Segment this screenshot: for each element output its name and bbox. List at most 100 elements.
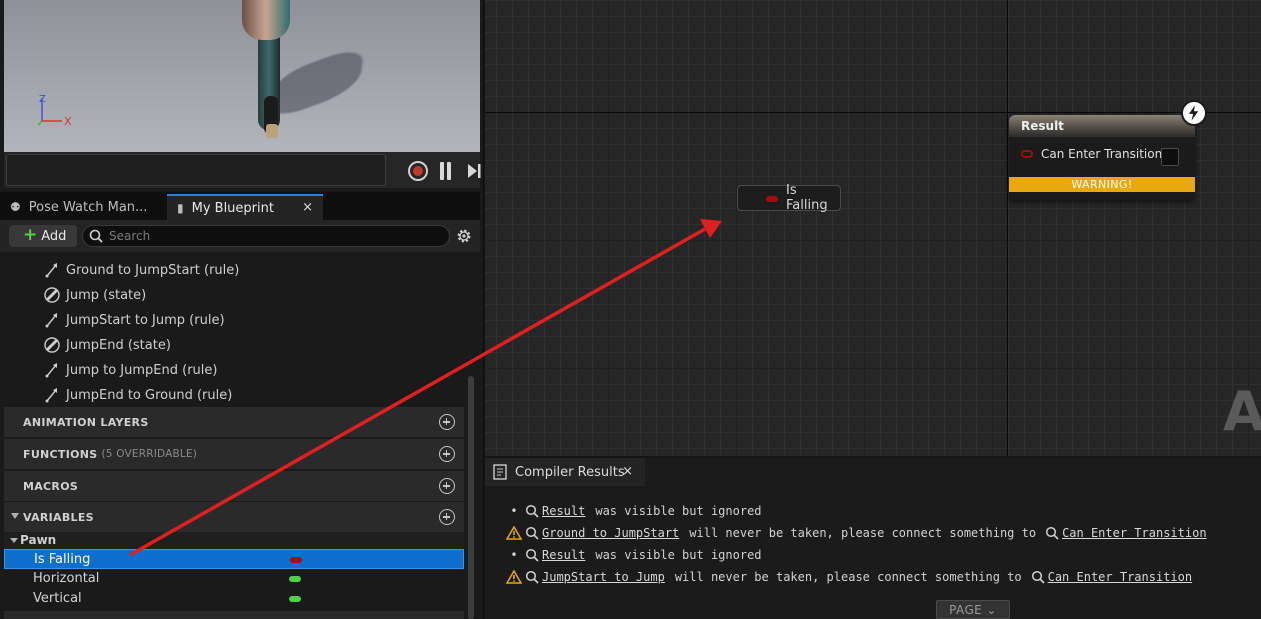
- message-text: will never be taken, please connect some…: [689, 526, 1037, 540]
- graph-canvas[interactable]: Is Falling Result Can Enter Transition W…: [485, 0, 1261, 456]
- pause-button[interactable]: [440, 162, 452, 180]
- graph-watermark: A: [1223, 380, 1261, 443]
- close-icon[interactable]: ×: [622, 464, 633, 479]
- warning-icon: [503, 526, 525, 540]
- message-text: was visible but ignored: [595, 548, 762, 562]
- add-button-label: Add: [41, 228, 67, 244]
- lightning-icon: [1181, 100, 1207, 126]
- step-forward-icon[interactable]: [466, 162, 482, 180]
- search-icon: [525, 548, 539, 562]
- get-is-falling-node[interactable]: Is Falling: [737, 183, 841, 213]
- node-label: Is Falling: [786, 183, 828, 213]
- section-functions[interactable]: FUNCTIONS (5 OVERRIDABLE): [4, 439, 464, 469]
- tree-item[interactable]: Jump to JumpEnd (rule): [44, 359, 217, 381]
- bullet: •: [510, 504, 518, 518]
- chevron-down-icon: ⌄: [986, 603, 997, 617]
- character-skirt: [242, 0, 290, 40]
- section-variables[interactable]: VARIABLES: [4, 502, 464, 532]
- compiler-message: • Result was visible but ignored: [503, 545, 771, 565]
- result-node[interactable]: Result Can Enter Transition WARNING!: [1009, 115, 1195, 200]
- category-label: Pawn: [20, 533, 57, 547]
- tree-item-label: JumpStart to Jump (rule): [66, 312, 225, 328]
- compiler-message: JumpStart to Jump will never be taken, pl…: [503, 567, 1192, 587]
- graph-tree: Ground to JumpStart (rule) Jump (state) Ju…: [4, 256, 474, 406]
- compiler-message: Ground to JumpStart will never be taken, …: [503, 523, 1207, 543]
- variable-row[interactable]: Vertical: [4, 589, 464, 609]
- variable-label: Horizontal: [33, 571, 100, 586]
- rule-icon: [45, 263, 57, 278]
- variable-label: Vertical: [33, 591, 82, 606]
- variable-type-pill: [289, 596, 301, 602]
- search-input[interactable]: [109, 229, 429, 243]
- add-animation-layer-icon[interactable]: [439, 414, 455, 430]
- bullet: •: [510, 548, 518, 562]
- add-button[interactable]: + Add: [9, 225, 77, 247]
- compiler-messages: • Result was visible but ignored Ground to …: [485, 488, 1261, 619]
- tree-item-label: Ground to JumpStart (rule): [66, 262, 240, 278]
- chevron-down-icon[interactable]: [11, 513, 19, 519]
- section-macros[interactable]: MACROS: [4, 471, 464, 501]
- left-panel: Z X ⚉ Pose Watch Man... ▮ My Blueprint ×: [0, 0, 484, 619]
- bool-output-pin[interactable]: [766, 196, 778, 202]
- can-enter-transition-pin[interactable]: Can Enter Transition: [1021, 147, 1162, 161]
- message-link[interactable]: JumpStart to Jump: [542, 570, 665, 584]
- timeline-track[interactable]: [6, 154, 386, 186]
- character-heel: [266, 124, 278, 138]
- axis-z-label: Z: [39, 94, 46, 105]
- origin-line-vertical: [1007, 0, 1008, 456]
- search-icon: [1031, 570, 1045, 584]
- section-title: VARIABLES: [23, 510, 94, 524]
- tree-item[interactable]: Ground to JumpStart (rule): [44, 259, 239, 281]
- page-button[interactable]: PAGE ⌄: [936, 600, 1010, 619]
- preview-viewport[interactable]: Z X: [4, 0, 480, 152]
- message-link[interactable]: Can Enter Transition: [1062, 526, 1207, 540]
- search-icon: [525, 504, 539, 518]
- tab-label: My Blueprint: [191, 200, 274, 216]
- state-icon: [44, 337, 60, 353]
- close-icon[interactable]: ×: [302, 200, 313, 215]
- tree-item[interactable]: JumpStart to Jump (rule): [44, 309, 225, 331]
- page-button-label: PAGE: [949, 603, 983, 617]
- variable-row[interactable]: Is Falling: [4, 549, 464, 569]
- tree-item-label: Jump (state): [66, 287, 147, 303]
- plus-icon: +: [23, 225, 38, 245]
- tab-label: Pose Watch Man...: [28, 199, 148, 215]
- message-link[interactable]: Ground to JumpStart: [542, 526, 679, 540]
- axis-gizmo-icon: Z X: [37, 94, 72, 128]
- bool-input-pin-icon[interactable]: [1021, 150, 1033, 158]
- section-title: FUNCTIONS: [23, 447, 98, 461]
- search-icon: [89, 229, 103, 243]
- gear-icon[interactable]: [455, 227, 473, 245]
- message-link[interactable]: Can Enter Transition: [1048, 570, 1193, 584]
- axis-x-label: X: [64, 115, 72, 128]
- add-variable-icon[interactable]: [439, 509, 455, 525]
- tab-my-blueprint[interactable]: ▮ My Blueprint ×: [167, 194, 323, 220]
- message-link[interactable]: Result: [542, 504, 585, 518]
- record-button[interactable]: [408, 161, 428, 181]
- tab-label: Compiler Results: [515, 464, 625, 480]
- variable-type-pill: [289, 576, 301, 582]
- search-box[interactable]: [82, 225, 450, 247]
- variable-row[interactable]: Horizontal: [4, 569, 464, 589]
- tree-item[interactable]: JumpEnd to Ground (rule): [44, 384, 232, 406]
- compiler-results-panel: Compiler Results × • Result was visible bu…: [485, 458, 1261, 619]
- section-title: ANIMATION LAYERS: [23, 415, 149, 429]
- can-enter-transition-checkbox[interactable]: [1161, 148, 1179, 166]
- pose-watch-icon: ⚉: [10, 200, 21, 214]
- message-link[interactable]: Result: [542, 548, 585, 562]
- warning-banner: WARNING!: [1009, 177, 1195, 192]
- variable-label: Is Falling: [34, 552, 91, 567]
- tree-item[interactable]: JumpEnd (state): [44, 334, 171, 356]
- scrollbar[interactable]: [468, 376, 474, 619]
- tree-item[interactable]: Jump (state): [44, 284, 146, 306]
- pin-label: Can Enter Transition: [1041, 147, 1163, 161]
- chevron-down-icon[interactable]: [10, 538, 18, 543]
- category-pawn[interactable]: Pawn: [4, 532, 464, 549]
- character-shadow: [267, 43, 365, 123]
- tab-compiler-results[interactable]: Compiler Results ×: [485, 458, 645, 486]
- add-function-icon[interactable]: [439, 446, 455, 462]
- section-animation-layers[interactable]: ANIMATION LAYERS: [4, 407, 464, 437]
- search-icon: [525, 526, 539, 540]
- add-macro-icon[interactable]: [439, 478, 455, 494]
- tab-pose-watch-manager[interactable]: ⚉ Pose Watch Man...: [0, 194, 166, 220]
